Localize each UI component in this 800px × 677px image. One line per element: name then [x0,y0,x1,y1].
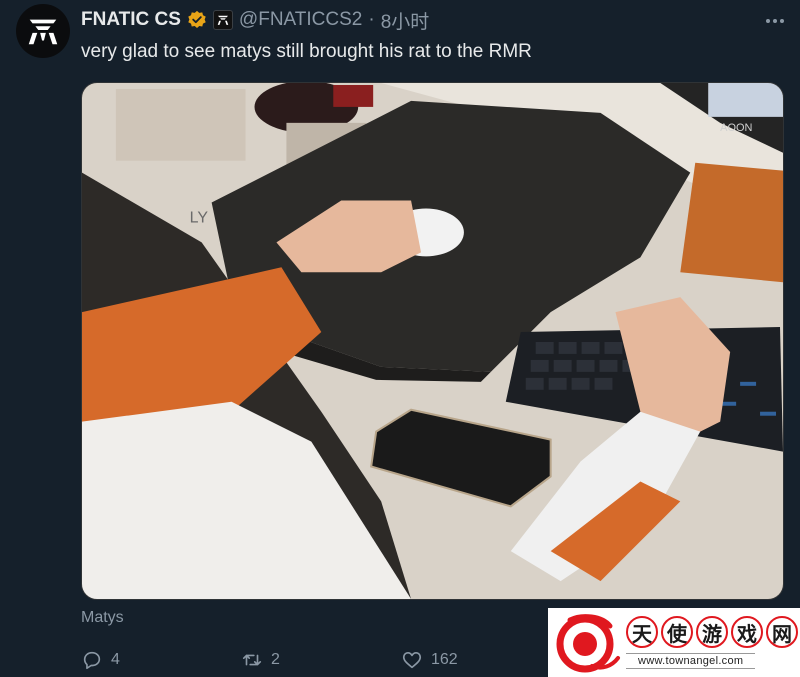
site-watermark: 天 使 游 戏 网 www.townangel.com [548,608,800,677]
like-button[interactable]: 162 [401,649,561,671]
retweet-count: 2 [271,651,280,668]
photo-caption[interactable]: Matys [81,609,124,627]
tweet-text: very glad to see matys still brought his… [81,41,532,62]
retweet-icon [242,654,262,666]
avatar[interactable] [16,4,70,58]
photo-image: AOON LY [82,83,783,599]
handle[interactable]: @FNATICCS2 [239,9,362,31]
like-count: 162 [431,651,458,668]
display-name[interactable]: FNATIC CS [81,9,181,31]
reply-icon [83,651,101,670]
heart-icon [402,652,422,669]
watermark-text-block: 天 使 游 戏 网 www.townangel.com [626,616,798,669]
tweet-card: FNATIC CS @FNATICCS2 · 8小时 very glad to … [0,0,800,677]
tweet-photo[interactable]: AOON LY [81,82,784,600]
timestamp[interactable]: 8小时 [381,7,430,34]
mousepad-brand-text: LY [190,209,209,226]
tweet-header: FNATIC CS @FNATICCS2 · 8小时 [81,7,429,33]
watermark-url: www.townangel.com [626,653,756,669]
reply-button[interactable]: 4 [81,649,241,671]
separator-dot: · [368,9,375,30]
more-options-icon[interactable] [764,10,786,32]
watermark-char: 戏 [731,616,763,648]
fnatic-logo-icon [28,19,58,45]
monitor-brand-text: AOON [720,122,752,134]
fnatic-affiliate-badge-icon[interactable] [212,10,233,30]
retweet-button[interactable]: 2 [241,649,401,671]
watermark-logo-icon [556,613,620,672]
reply-count: 4 [111,651,120,668]
verified-badge-icon [187,10,207,30]
watermark-chars: 天 使 游 戏 网 [626,616,798,648]
watermark-char: 游 [696,616,728,648]
watermark-char: 网 [766,616,798,648]
action-bar: 4 2 162 [81,646,561,674]
watermark-char: 天 [626,616,658,648]
watermark-char: 使 [661,616,693,648]
